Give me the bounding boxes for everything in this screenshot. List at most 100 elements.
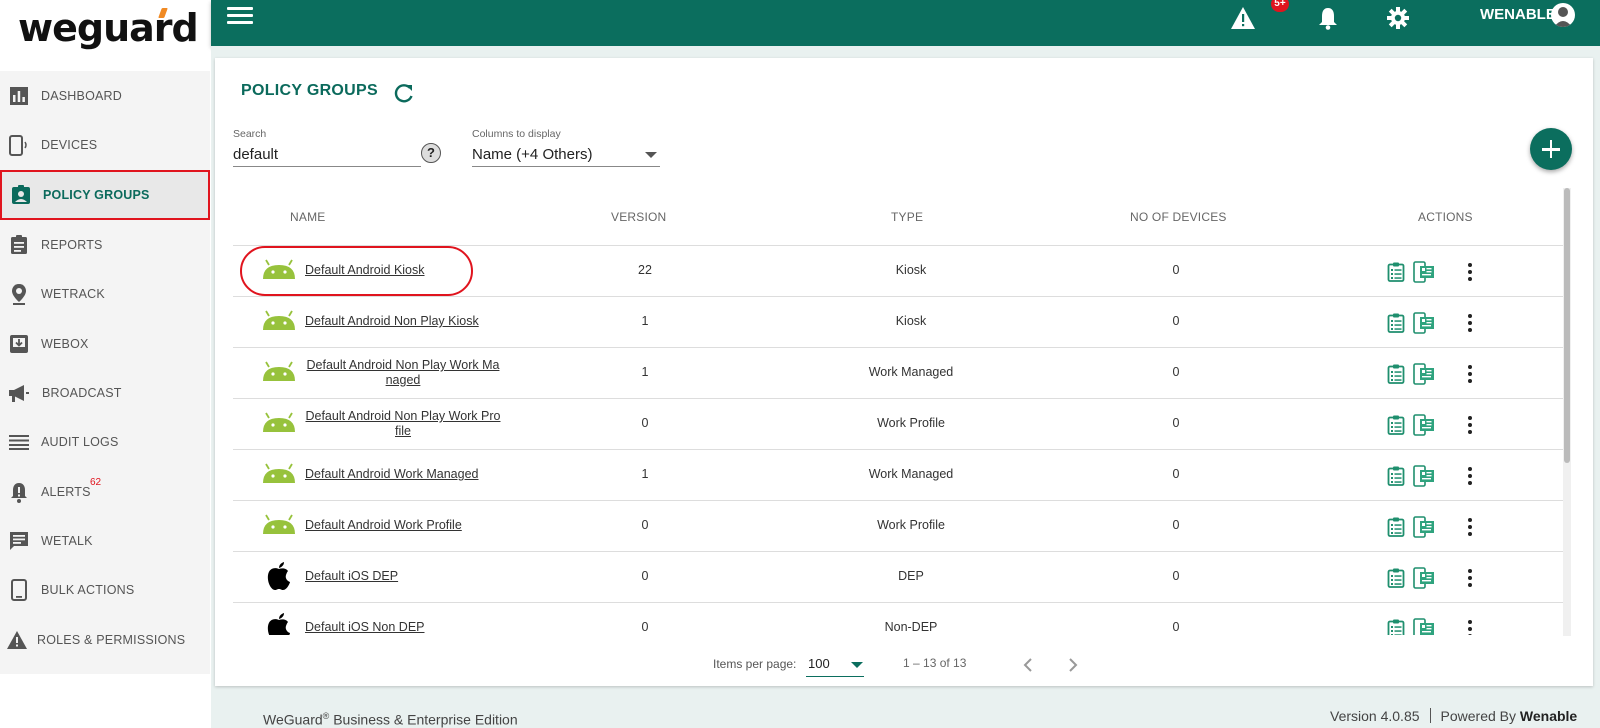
more-options-icon[interactable] (1467, 518, 1473, 536)
table-row[interactable]: Default Android Work Profile 0 Work Profil… (233, 501, 1563, 552)
devices-cell: 0 (1172, 314, 1180, 328)
user-avatar-icon[interactable] (1551, 3, 1575, 27)
more-options-icon[interactable] (1467, 569, 1473, 587)
more-options-icon[interactable] (1467, 467, 1473, 485)
policy-details-icon[interactable] (1387, 262, 1405, 282)
table-row[interactable]: Default Android Non Play Work Pro file 0 Wo… (233, 399, 1563, 450)
logo-text: weguard (18, 6, 199, 50)
sidebar-item-policy-groups[interactable]: POLICY GROUPS (0, 170, 210, 220)
type-cell: Work Profile (877, 416, 945, 430)
sidebar-item-dashboard[interactable]: DASHBOARD (0, 71, 210, 121)
items-per-page-value: 100 (808, 656, 830, 671)
sidebar-item-devices[interactable]: DEVICES (0, 120, 210, 170)
bell-alert-icon (8, 481, 30, 503)
sidebar-item-broadcast[interactable]: BROADCAST (0, 368, 210, 418)
items-per-page-select[interactable]: 100 (806, 652, 864, 677)
sidebar-item-alerts[interactable]: ALERTS 62 (0, 467, 210, 517)
assign-devices-icon[interactable] (1413, 312, 1435, 334)
more-options-icon[interactable] (1467, 620, 1473, 635)
clipboard-icon (8, 234, 30, 256)
sidebar-item-bulk-actions[interactable]: BULK ACTIONS (0, 565, 210, 615)
notifications-bell-icon[interactable] (1314, 4, 1342, 32)
more-options-icon[interactable] (1467, 314, 1473, 332)
sidebar-item-audit-logs[interactable]: AUDIT LOGS (0, 417, 210, 467)
sidebar-item-label: DEVICES (41, 138, 98, 152)
policy-group-name-line: Default Android Non Play Work Pro (305, 409, 501, 423)
sidebar-item-webox[interactable]: WEBOX (0, 319, 210, 369)
chevron-down-icon (645, 152, 657, 158)
search-help-button[interactable]: ? (421, 143, 441, 163)
sidebar-item-label: POLICY GROUPS (43, 188, 150, 202)
assign-devices-icon[interactable] (1413, 363, 1435, 385)
user-name[interactable]: WENABLE (1480, 6, 1556, 23)
table-row[interactable]: Default Android Non Play Kiosk 1 Kiosk 0 (233, 297, 1563, 348)
assign-devices-icon[interactable] (1413, 414, 1435, 436)
sidebar-item-reports[interactable]: REPORTS (0, 220, 210, 270)
alert-triangle-icon[interactable] (1229, 4, 1257, 32)
policy-group-name-link[interactable]: Default Android Non Play Work Ma naged (305, 358, 501, 388)
assign-devices-icon[interactable] (1413, 261, 1435, 283)
sidebar-item-label: WETRACK (41, 287, 105, 301)
column-header-version[interactable]: VERSION (611, 210, 666, 224)
table-scrollbar-thumb[interactable] (1564, 188, 1570, 463)
column-header-name[interactable]: NAME (290, 210, 325, 224)
footer-divider (1429, 708, 1431, 723)
policy-details-icon[interactable] (1387, 568, 1405, 588)
policy-details-icon[interactable] (1387, 466, 1405, 486)
next-page-button[interactable] (1063, 654, 1083, 676)
policy-group-name-link[interactable]: Default iOS Non DEP (305, 620, 425, 635)
policy-details-icon[interactable] (1387, 313, 1405, 333)
devices-cell: 0 (1172, 467, 1180, 481)
policy-group-name-link[interactable]: Default Android Non Play Work Pro file (305, 409, 501, 439)
version-cell: 1 (641, 365, 649, 379)
devices-cell: 0 (1172, 518, 1180, 532)
table-row[interactable]: Default Android Non Play Work Ma naged 1 Wo… (233, 348, 1563, 399)
sidebar-item-roles-permissions[interactable]: ROLES & PERMISSIONS (0, 615, 210, 665)
table-row[interactable]: Default iOS DEP 0 DEP 0 (233, 552, 1563, 603)
column-header-type[interactable]: TYPE (891, 210, 923, 224)
table-row[interactable]: Default Android Work Managed 1 Work Manage… (233, 450, 1563, 501)
sidebar-item-wetalk[interactable]: WETALK (0, 516, 210, 566)
top-app-bar (211, 0, 1600, 46)
previous-page-button[interactable] (1018, 654, 1038, 676)
version-cell: 1 (641, 314, 649, 328)
android-icon (260, 512, 298, 542)
policy-details-icon[interactable] (1387, 517, 1405, 537)
more-options-icon[interactable] (1467, 263, 1473, 281)
assign-devices-icon[interactable] (1413, 618, 1435, 635)
policy-group-name-link[interactable]: Default Android Non Play Kiosk (305, 314, 479, 329)
sidebar-item-label: WETALK (41, 534, 93, 548)
column-header-devices[interactable]: NO OF DEVICES (1130, 210, 1227, 224)
policy-details-icon[interactable] (1387, 364, 1405, 384)
assign-devices-icon[interactable] (1413, 567, 1435, 589)
weguard-logo[interactable]: weguard (18, 6, 199, 50)
android-icon (260, 308, 298, 338)
table-header: NAME VERSION TYPE NO OF DEVICES ACTIONS (233, 195, 1563, 246)
refresh-icon[interactable] (393, 82, 415, 104)
more-options-icon[interactable] (1467, 365, 1473, 383)
policy-details-icon[interactable] (1387, 415, 1405, 435)
devices-cell: 0 (1172, 365, 1180, 379)
assign-devices-icon[interactable] (1413, 465, 1435, 487)
assign-devices-icon[interactable] (1413, 516, 1435, 538)
type-cell: Kiosk (895, 314, 927, 328)
policy-badge-icon (10, 184, 32, 206)
policy-group-name-link[interactable]: Default Android Work Managed (305, 467, 478, 482)
more-options-icon[interactable] (1467, 416, 1473, 434)
policy-details-icon[interactable] (1387, 619, 1405, 635)
policy-group-name-line: file (395, 424, 411, 438)
policy-group-name-link[interactable]: Default iOS DEP (305, 569, 398, 584)
table-row[interactable]: Default iOS Non DEP 0 Non-DEP 0 (233, 603, 1563, 635)
type-cell: Non-DEP (884, 620, 938, 634)
sidebar-item-wetrack[interactable]: WETRACK (0, 269, 210, 319)
search-input[interactable] (233, 142, 421, 167)
android-icon (260, 461, 298, 491)
menu-toggle-icon[interactable] (227, 7, 253, 27)
pagination-range: 1 – 13 of 13 (903, 656, 967, 670)
columns-select[interactable]: Name (+4 Others) (472, 142, 660, 167)
warning-icon (6, 629, 28, 651)
settings-gear-icon[interactable] (1384, 4, 1412, 32)
policy-group-name-link[interactable]: Default Android Work Profile (305, 518, 462, 533)
phone-icon (8, 579, 30, 601)
add-policy-group-button[interactable] (1530, 128, 1572, 170)
